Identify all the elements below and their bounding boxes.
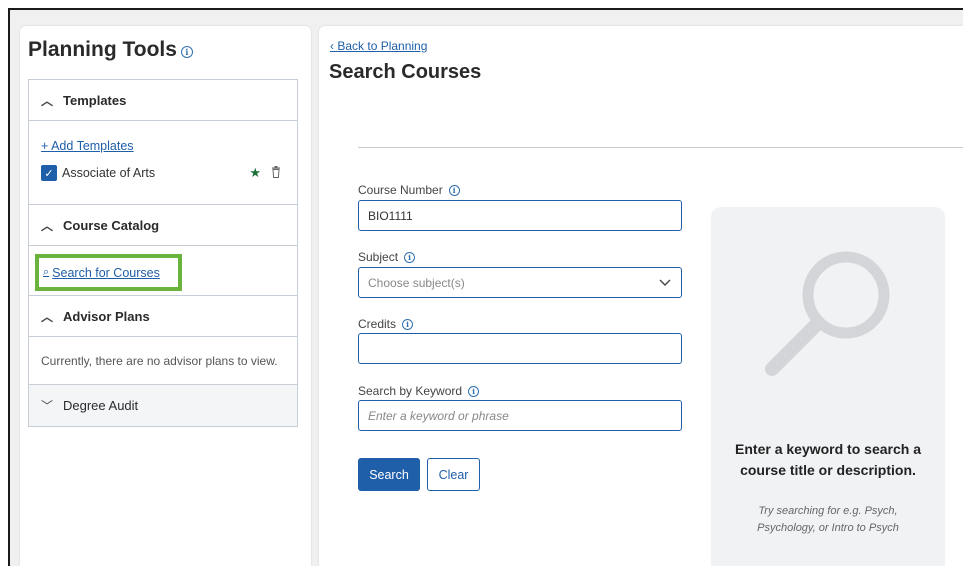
trash-icon[interactable]	[271, 165, 281, 181]
empty-state-hint: Try searching for e.g. Psych, Psychology…	[757, 505, 899, 534]
panel-title: Planning Tools i	[28, 38, 193, 62]
add-templates-link[interactable]: + Add Templates	[41, 139, 134, 153]
templates-header-label: Templates	[63, 92, 127, 108]
subject-select[interactable]: Choose subject(s)	[358, 267, 682, 298]
degree-audit-header[interactable]: ﹀ Degree Audit	[29, 385, 297, 426]
search-button[interactable]: Search	[358, 458, 420, 491]
credits-input[interactable]	[358, 333, 682, 364]
template-item-label: Associate of Arts	[62, 166, 156, 180]
degree-audit-header-label: Degree Audit	[63, 398, 139, 413]
chevron-up-icon: ︿	[41, 309, 54, 324]
course-catalog-header[interactable]: ︿ Course Catalog	[29, 205, 297, 246]
back-to-planning-label: Back to Planning	[337, 39, 428, 53]
templates-body: + Add Templates ✓ Associate of Arts ★	[29, 121, 297, 205]
advisor-plans-body: Currently, there are no advisor plans to…	[29, 337, 297, 385]
keyword-label: Search by Keyword i	[358, 384, 480, 398]
template-item: ✓ Associate of Arts ★	[41, 165, 281, 181]
info-icon[interactable]: i	[468, 385, 480, 397]
credits-label-text: Credits	[358, 317, 397, 331]
info-icon[interactable]: i	[448, 184, 460, 196]
back-to-planning-link[interactable]: ‹ Back to Planning	[330, 39, 427, 53]
chevron-up-icon: ︿	[41, 93, 54, 108]
chevron-down-icon	[659, 277, 671, 289]
course-number-label-text: Course Number	[358, 183, 443, 197]
credits-label: Credits i	[358, 317, 414, 331]
template-actions: ★	[249, 165, 281, 181]
divider	[358, 147, 963, 148]
empty-state-title: Enter a keyword to search a course title…	[735, 441, 921, 478]
advisor-plans-header-label: Advisor Plans	[63, 308, 150, 324]
keyword-placeholder: Enter a keyword or phrase	[368, 408, 509, 423]
planning-tools-panel: Planning Tools i ︿ Templates + Add Templ…	[20, 26, 311, 566]
advisor-empty-text: Currently, there are no advisor plans to…	[41, 353, 278, 368]
search-courses-panel: ‹ Back to Planning Search Courses Course…	[319, 26, 963, 566]
subject-placeholder: Choose subject(s)	[368, 275, 465, 290]
keyword-label-text: Search by Keyword	[358, 384, 463, 398]
panel-title-text: Planning Tools	[28, 38, 177, 61]
course-catalog-header-label: Course Catalog	[63, 217, 160, 233]
course-number-label: Course Number i	[358, 183, 460, 197]
clear-button[interactable]: Clear	[427, 458, 480, 491]
subject-label: Subject i	[358, 250, 416, 264]
course-number-value: BIO1111	[368, 208, 413, 223]
info-icon[interactable]: i	[180, 45, 193, 58]
keyword-input[interactable]: Enter a keyword or phrase	[358, 400, 682, 431]
course-number-input[interactable]: BIO1111	[358, 200, 682, 231]
page-title: Search Courses	[329, 61, 482, 83]
templates-header[interactable]: ︿ Templates	[29, 80, 297, 121]
course-catalog-body: ⌕ Search for Courses	[29, 246, 297, 296]
search-for-courses-link[interactable]: ⌕ Search for Courses	[43, 266, 160, 280]
info-icon[interactable]: i	[404, 251, 416, 263]
advisor-plans-header[interactable]: ︿ Advisor Plans	[29, 296, 297, 337]
search-icon: ⌕	[43, 266, 50, 278]
large-magnifier-icon	[765, 251, 890, 376]
chevron-down-icon: ﹀	[41, 399, 54, 413]
checkbox-checked-icon[interactable]: ✓	[41, 165, 57, 181]
info-icon[interactable]: i	[402, 318, 414, 330]
highlight-box: ⌕ Search for Courses	[35, 254, 182, 291]
subject-label-text: Subject	[358, 250, 399, 264]
planning-accordion: ︿ Templates + Add Templates ✓ Associate …	[28, 79, 298, 427]
chevron-up-icon: ︿	[41, 218, 54, 233]
star-icon[interactable]: ★	[249, 165, 261, 181]
empty-state-card: Enter a keyword to search a course title…	[711, 207, 945, 566]
search-for-courses-label: Search for Courses	[52, 265, 160, 280]
